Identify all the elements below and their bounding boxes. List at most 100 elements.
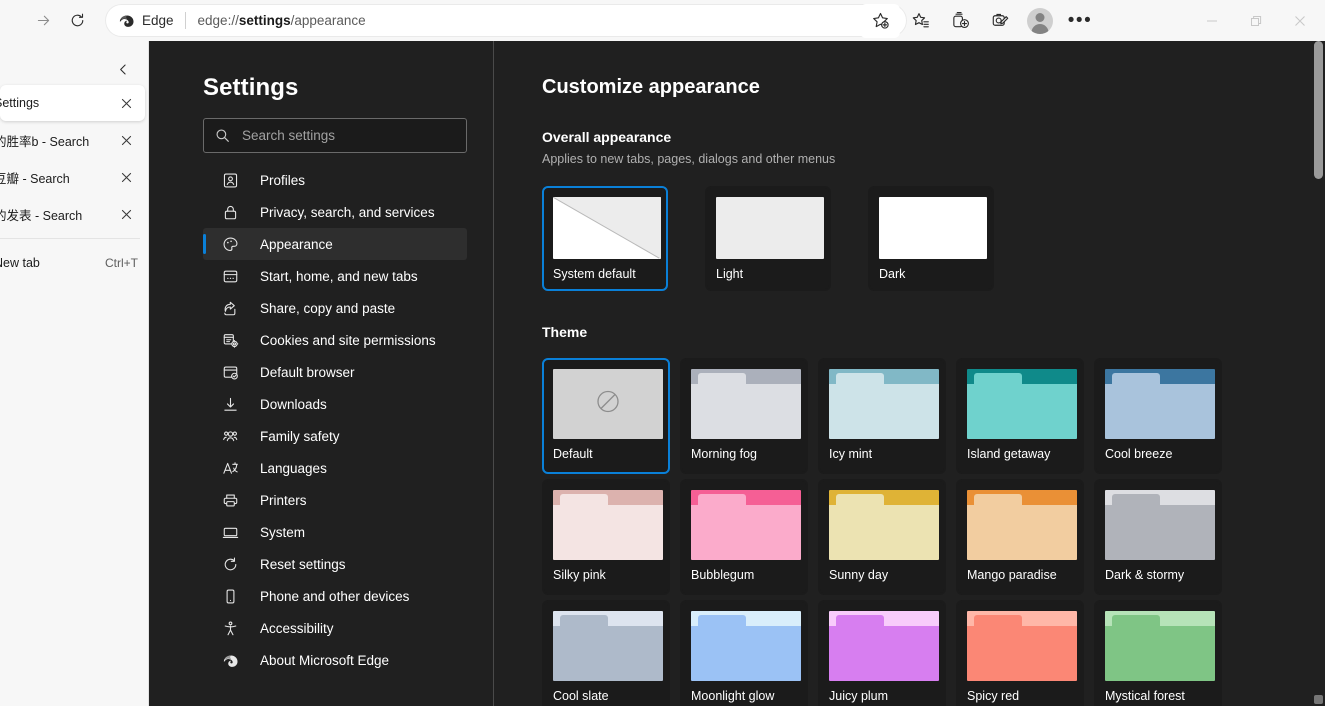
theme-option-morning-fog[interactable]: Morning fog — [680, 358, 808, 474]
tab-title: Settings — [0, 96, 40, 110]
sidebar-item-reset-settings[interactable]: Reset settings — [203, 548, 467, 580]
omnibox-url-highlight: settings — [238, 13, 291, 28]
sidebar-item-label: Cookies and site permissions — [260, 332, 436, 348]
theme-option-moonlight-glow[interactable]: Moonlight glow — [680, 600, 808, 706]
sidebar-item-default-browser[interactable]: Default browser — [203, 356, 467, 388]
theme-option-dark-stormy[interactable]: Dark & stormy — [1094, 479, 1222, 595]
search-placeholder: Search settings — [242, 128, 336, 143]
omnibox-site-badge: Edge — [106, 12, 174, 29]
theme-body — [829, 384, 939, 439]
appearance-option-dark[interactable]: Dark — [868, 186, 994, 291]
theme-option-label: Island getaway — [967, 447, 1051, 461]
theme-option-island-getaway[interactable]: Island getaway — [956, 358, 1084, 474]
vertical-scrollbar[interactable] — [1311, 41, 1325, 706]
sidebar-item-label: Languages — [260, 460, 327, 476]
new-tab-button[interactable]: New tab Ctrl+T — [0, 245, 148, 281]
theme-body — [967, 626, 1077, 681]
theme-option-label: Mystical forest — [1105, 689, 1185, 703]
theme-option-icy-mint[interactable]: Icy mint — [818, 358, 946, 474]
close-button[interactable] — [1278, 0, 1322, 41]
tab-item[interactable]: 豆瓣 - Search — [0, 159, 145, 195]
close-tab-icon[interactable] — [113, 90, 139, 116]
theme-option-juicy-plum[interactable]: Juicy plum — [818, 600, 946, 706]
appearance-option-light[interactable]: Light — [705, 186, 831, 291]
settings-and-more-icon[interactable]: ••• — [1060, 3, 1100, 39]
sidebar-item-profiles[interactable]: Profiles — [203, 164, 467, 196]
close-tab-icon[interactable] — [113, 164, 139, 190]
forward-button[interactable] — [26, 6, 60, 36]
omnibox-url[interactable]: edge://settings/appearance — [198, 13, 366, 28]
sidebar-item-label: Phone and other devices — [260, 588, 410, 604]
sidebar-item-label: Accessibility — [260, 620, 334, 636]
theme-option-mango-paradise[interactable]: Mango paradise — [956, 479, 1084, 595]
favorites-list-icon[interactable] — [900, 3, 940, 39]
theme-swatch — [691, 369, 801, 439]
new-tab-page-icon — [221, 267, 239, 285]
theme-option-mystical-forest[interactable]: Mystical forest — [1094, 600, 1222, 706]
sidebar-item-cookies-and-site-permissions[interactable]: Cookies and site permissions — [203, 324, 467, 356]
theme-option-cool-slate[interactable]: Cool slate — [542, 600, 670, 706]
sidebar-item-privacy-search-and-services[interactable]: Privacy, search, and services — [203, 196, 467, 228]
sidebar-item-share-copy-and-paste[interactable]: Share, copy and paste — [203, 292, 467, 324]
theme-option-default[interactable]: Default — [542, 358, 670, 474]
theme-option-silky-pink[interactable]: Silky pink — [542, 479, 670, 595]
settings-nav: Profiles Privacy, search, and services App… — [203, 164, 467, 676]
default-browser-icon — [221, 363, 239, 381]
tab-panel-divider — [0, 238, 140, 239]
theme-swatch — [1105, 490, 1215, 560]
screenshot-icon[interactable] — [980, 3, 1020, 39]
theme-option-cool-breeze[interactable]: Cool breeze — [1094, 358, 1222, 474]
sidebar-item-label: Appearance — [260, 236, 333, 252]
settings-main-content: Customize appearance Overall appearance … — [494, 41, 1325, 706]
browser-toolbar: Edge edge://settings/appearance ••• — [0, 0, 1325, 41]
omnibox-url-suffix: /appearance — [290, 13, 366, 28]
profile-card-icon — [221, 171, 239, 189]
sidebar-item-downloads[interactable]: Downloads — [203, 388, 467, 420]
theme-option-label: Cool breeze — [1105, 447, 1173, 461]
sidebar-item-printers[interactable]: Printers — [203, 484, 467, 516]
minimize-button[interactable] — [1190, 0, 1234, 41]
search-settings-input[interactable]: Search settings — [203, 118, 467, 153]
sidebar-item-family-safety[interactable]: Family safety — [203, 420, 467, 452]
tab-item[interactable]: 的胜率b - Search — [0, 122, 145, 158]
scrollbar-thumb[interactable] — [1314, 41, 1323, 179]
sidebar-item-appearance[interactable]: Appearance — [203, 228, 467, 260]
sidebar-item-languages[interactable]: Languages — [203, 452, 467, 484]
sidebar-item-phone-and-other-devices[interactable]: Phone and other devices — [203, 580, 467, 612]
sidebar-item-about-microsoft-edge[interactable]: About Microsoft Edge — [203, 644, 467, 676]
appearance-option-label: Dark — [879, 267, 906, 281]
languages-icon — [221, 459, 239, 477]
sidebar-item-start-home-and-new-tabs[interactable]: Start, home, and new tabs — [203, 260, 467, 292]
theme-option-label: Morning fog — [691, 447, 758, 461]
window-controls — [1190, 0, 1322, 41]
omnibox-divider — [184, 12, 186, 29]
theme-option-bubblegum[interactable]: Bubblegum — [680, 479, 808, 595]
share-icon — [221, 299, 239, 317]
vertical-tabs-panel: Settings 的胜率b - Search 豆瓣 - Search 的发表 - Se… — [0, 41, 149, 706]
tab-title: 的胜率b - Search — [0, 134, 90, 149]
theme-option-spicy-red[interactable]: Spicy red — [956, 600, 1084, 706]
theme-option-label: Mango paradise — [967, 568, 1057, 582]
refresh-button[interactable] — [60, 6, 94, 36]
close-tab-icon[interactable] — [113, 201, 139, 227]
sidebar-item-accessibility[interactable]: Accessibility — [203, 612, 467, 644]
tab-item[interactable]: 的发表 - Search — [0, 196, 145, 232]
collections-icon[interactable] — [940, 3, 980, 39]
profile-avatar[interactable] — [1020, 3, 1060, 39]
theme-body — [553, 626, 663, 681]
omnibox-url-prefix: edge:// — [197, 13, 239, 28]
family-icon — [221, 427, 239, 445]
favorites-icon[interactable] — [860, 3, 900, 38]
appearance-option-system-default[interactable]: System default — [542, 186, 668, 291]
sidebar-item-system[interactable]: System — [203, 516, 467, 548]
address-bar[interactable]: Edge edge://settings/appearance — [106, 5, 906, 36]
restore-button[interactable] — [1234, 0, 1278, 41]
theme-option-label: Cool slate — [553, 689, 609, 703]
sidebar-item-label: Downloads — [260, 396, 327, 412]
tab-item[interactable]: Settings — [0, 85, 145, 121]
sidebar-item-label: Reset settings — [260, 556, 346, 572]
close-tab-icon[interactable] — [113, 127, 139, 153]
theme-body — [691, 384, 801, 439]
theme-option-sunny-day[interactable]: Sunny day — [818, 479, 946, 595]
collapse-panel-button[interactable] — [108, 54, 138, 84]
